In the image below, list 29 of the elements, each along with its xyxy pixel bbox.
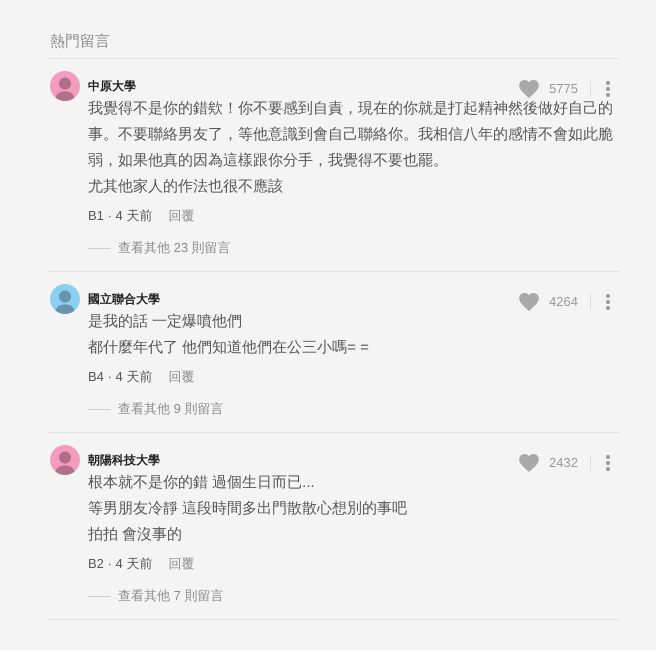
reply-link[interactable]: 回覆 <box>168 555 194 573</box>
kebab-menu-icon[interactable] <box>606 294 610 310</box>
comment-text: 是我的話 一定爆噴他們 <box>88 312 244 332</box>
view-replies-link[interactable]: 查看其他 23 則留言 <box>118 239 231 257</box>
view-replies-link[interactable]: 查看其他 9 則留言 <box>118 400 224 418</box>
author-name: 國立聯合大學 <box>88 291 160 307</box>
kebab-menu-icon[interactable] <box>606 81 610 97</box>
comment-text: 等男朋友冷靜 這段時間多出門散散心想別的事吧 <box>88 499 408 519</box>
post-info: B1 · 4 天前 <box>88 207 152 225</box>
heart-icon[interactable] <box>519 293 540 311</box>
author-name: 朝陽科技大學 <box>88 452 160 468</box>
post-info: B2 · 4 天前 <box>88 555 152 573</box>
like-count: 4264 <box>549 294 578 310</box>
kebab-menu-icon[interactable] <box>606 455 610 471</box>
comment-text: 拍拍 會沒事的 <box>88 525 184 545</box>
author-name: 中原大學 <box>88 78 136 94</box>
section-title: 熱門留言 <box>50 32 110 52</box>
comment-text: 都什麼年代了 他們知道他們在公三小嗎= = <box>88 338 370 358</box>
like-count: 5775 <box>549 81 578 97</box>
heart-icon[interactable] <box>519 454 540 472</box>
view-replies-link[interactable]: 查看其他 7 則留言 <box>118 587 224 605</box>
reply-link[interactable]: 回覆 <box>168 207 194 225</box>
like-count: 2432 <box>549 455 578 471</box>
reply-link[interactable]: 回覆 <box>168 368 194 386</box>
comment-text: 根本就不是你的錯 過個生日而已... <box>88 473 316 493</box>
heart-icon[interactable] <box>519 80 540 98</box>
post-info: B4 · 4 天前 <box>88 368 152 386</box>
comment-text: 我覺得不是你的錯欸！你不要感到自責，現在的你就是打起精神然後做好自己的事。不要聯絡男友了，等他意識到會自己聯絡你。我相信八年的感情不會如此脆弱，如果他真的因為這樣跟你分手，我覺得不要也罷。 <box>88 99 614 171</box>
comment-text: 尤其他家人的作法也很不應該 <box>88 177 284 197</box>
